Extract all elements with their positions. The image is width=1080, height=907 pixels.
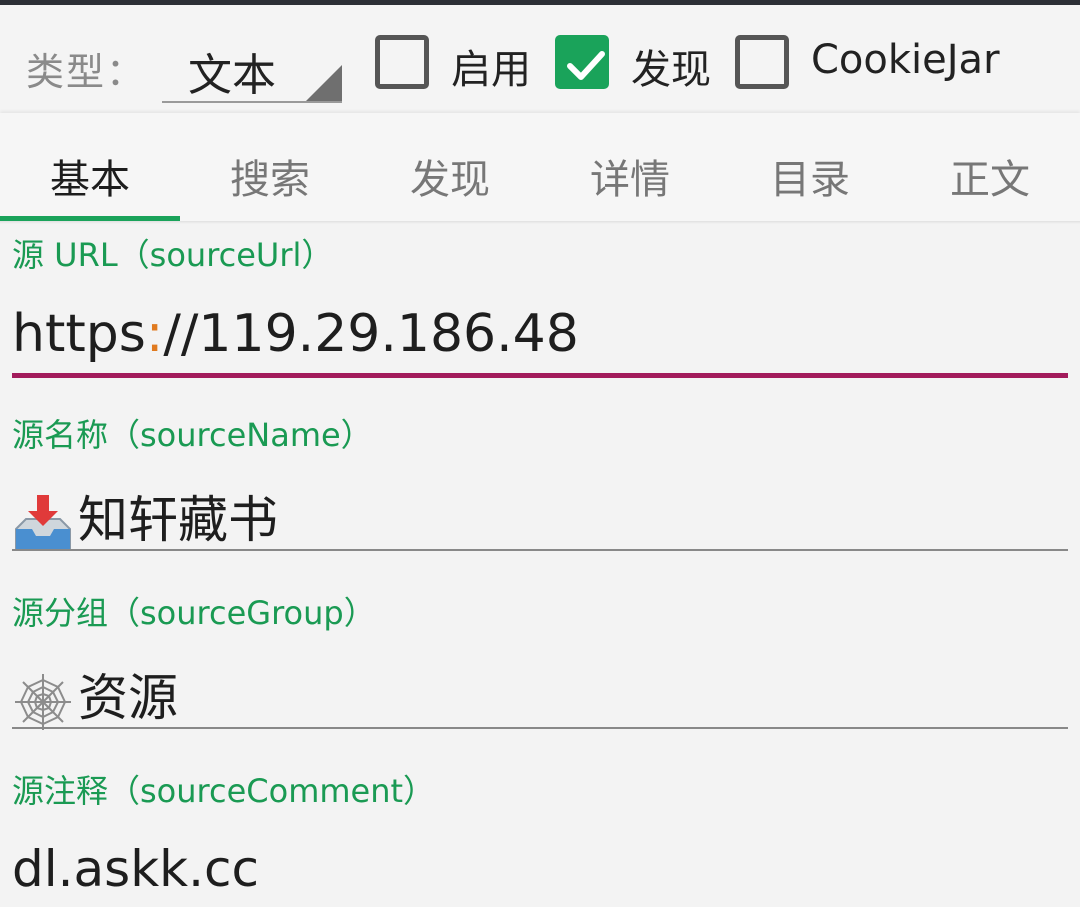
- dropdown-triangle-icon: [306, 65, 342, 101]
- tab-details-label: 详情: [590, 157, 670, 203]
- source-name-underline: [12, 549, 1068, 551]
- cookiejar-checkbox[interactable]: CookieJar: [735, 35, 1035, 91]
- source-group-label: 源分组（sourceGroup）: [12, 594, 376, 632]
- type-row: 类型： 文本 启用 发现 CookieJar: [0, 5, 1080, 113]
- checkbox-checked-icon: [555, 35, 609, 89]
- inbox-tray-icon: [15, 494, 71, 550]
- enable-checkbox-label: 启用: [451, 47, 531, 93]
- source-name-field: 源名称（sourceName） 知轩藏书: [12, 410, 1068, 555]
- source-comment-text: dl.askk.cc: [12, 840, 259, 898]
- spider-web-icon: [15, 673, 71, 730]
- source-comment-input[interactable]: dl.askk.cc: [12, 840, 259, 898]
- type-label: 类型：: [26, 50, 147, 94]
- source-url-label: 源 URL（sourceUrl）: [12, 236, 334, 274]
- cookiejar-checkbox-label: CookieJar: [811, 37, 1000, 83]
- source-editor-screen: 类型： 文本 启用 发现 CookieJar 基本 搜索 发现 详情 目录 正文…: [0, 0, 1080, 907]
- tab-search-label: 搜索: [230, 157, 310, 203]
- source-url-input[interactable]: https://119.29.186.48: [12, 304, 579, 364]
- source-group-text: 资源: [78, 669, 178, 727]
- tab-details[interactable]: 详情: [540, 113, 720, 221]
- source-url-underline: [12, 373, 1068, 378]
- source-name-text: 知轩藏书: [78, 491, 278, 549]
- source-name-input[interactable]: 知轩藏书: [12, 480, 278, 555]
- checkbox-unchecked-icon: [735, 35, 789, 89]
- tab-basic-label: 基本: [50, 157, 130, 203]
- tab-toc-label: 目录: [770, 157, 850, 203]
- source-url-colon: :: [145, 304, 164, 364]
- tab-discover[interactable]: 发现: [360, 113, 540, 221]
- type-dropdown[interactable]: 文本: [162, 33, 342, 103]
- type-dropdown-value: 文本: [188, 50, 276, 101]
- source-url-rest: //119.29.186.48: [163, 304, 579, 364]
- tab-discover-label: 发现: [410, 157, 490, 203]
- source-name-label: 源名称（sourceName）: [12, 416, 373, 454]
- type-dropdown-underline: [162, 101, 342, 103]
- source-url-field: 源 URL（sourceUrl） https://119.29.186.48: [12, 230, 1068, 380]
- tab-content-label: 正文: [950, 157, 1030, 203]
- checkbox-unchecked-icon: [375, 35, 429, 89]
- source-url-scheme: https: [12, 304, 146, 364]
- discover-checkbox-label: 发现: [631, 47, 711, 93]
- tab-search[interactable]: 搜索: [180, 113, 360, 221]
- checkmark-icon: [567, 51, 605, 80]
- enable-checkbox[interactable]: 启用: [375, 35, 545, 93]
- source-comment-label: 源注释（sourceComment）: [12, 772, 436, 810]
- tab-basic[interactable]: 基本: [0, 113, 180, 221]
- tab-bar-shadow: [0, 221, 1080, 224]
- tab-content[interactable]: 正文: [900, 113, 1080, 221]
- tab-bar: 基本 搜索 发现 详情 目录 正文: [0, 113, 1080, 221]
- source-comment-field: 源注释（sourceComment） dl.askk.cc: [12, 766, 1068, 907]
- source-group-input[interactable]: 资源: [12, 658, 178, 733]
- source-group-underline: [12, 727, 1068, 729]
- discover-checkbox[interactable]: 发现: [555, 35, 725, 93]
- source-group-field: 源分组（sourceGroup） 资源: [12, 588, 1068, 733]
- tab-toc[interactable]: 目录: [720, 113, 900, 221]
